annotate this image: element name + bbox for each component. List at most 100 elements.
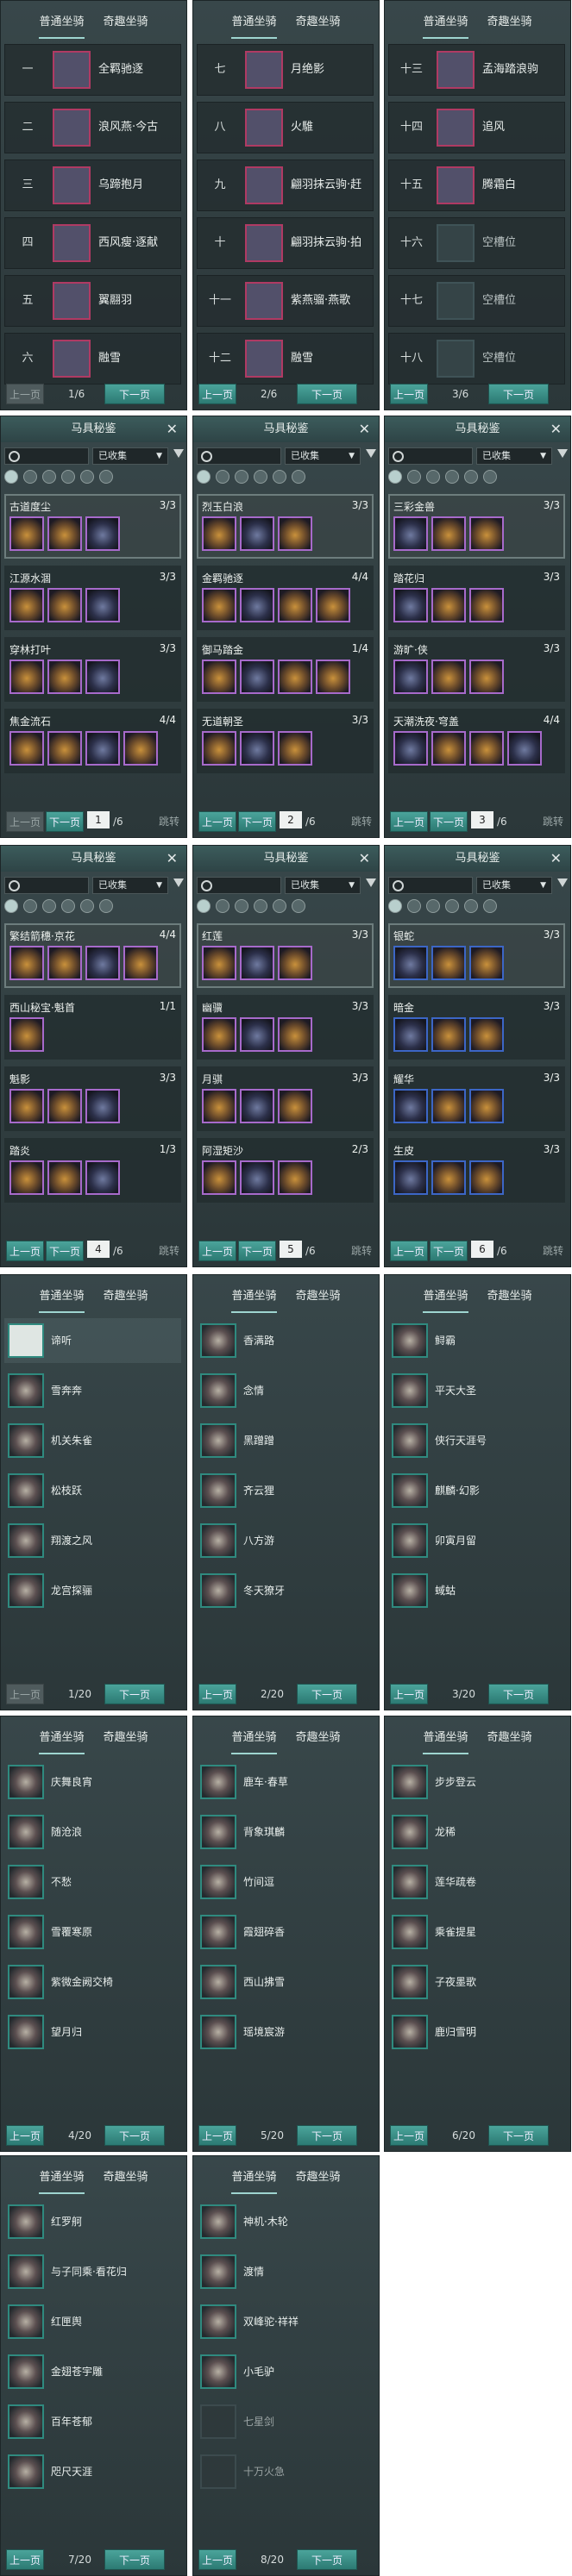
saddle-piece-icon[interactable] — [47, 731, 82, 766]
fun-mount-item[interactable]: 鹿归雪明 — [388, 2010, 565, 2054]
saddle-piece-icon[interactable] — [85, 516, 120, 551]
mount-slot-row[interactable]: 十二 融雪 — [197, 333, 374, 385]
search-input[interactable] — [4, 447, 89, 465]
prev-page-button[interactable]: 上一页 — [6, 811, 44, 832]
saddle-piece-icon[interactable] — [278, 1089, 312, 1123]
category-icon[interactable] — [42, 470, 56, 484]
filter-icon[interactable] — [173, 449, 184, 458]
category-icon[interactable] — [292, 899, 305, 913]
saddle-set[interactable]: 银蛇 3/3 — [388, 923, 565, 988]
saddle-piece-icon[interactable] — [393, 1017, 428, 1052]
saddle-piece-icon[interactable] — [469, 1089, 504, 1123]
fun-mount-item[interactable]: 雪覆寒原 — [4, 1910, 181, 1954]
category-icon[interactable] — [426, 470, 440, 484]
category-icon[interactable] — [407, 470, 421, 484]
next-page-button[interactable]: 下一页 — [488, 384, 549, 404]
saddle-piece-icon[interactable] — [469, 1160, 504, 1195]
search-input[interactable] — [197, 447, 281, 465]
next-page-button[interactable]: 下一页 — [104, 1684, 165, 1704]
fun-mount-item[interactable]: 蜮蛄 — [388, 1568, 565, 1613]
saddle-piece-icon[interactable] — [278, 1160, 312, 1195]
filter-icon[interactable] — [366, 449, 376, 458]
fun-mount-item[interactable]: 步步登云 — [388, 1760, 565, 1804]
close-icon[interactable]: ✕ — [167, 416, 178, 442]
saddle-set[interactable]: 御马踏金 1/4 — [197, 637, 374, 702]
fun-mount-item[interactable]: 谛听 — [4, 1318, 181, 1363]
saddle-piece-icon[interactable] — [202, 731, 236, 766]
tab-normal-mount[interactable]: 普通坐骑 — [231, 12, 277, 39]
filter-icon[interactable] — [173, 878, 184, 887]
prev-page-button[interactable]: 上一页 — [198, 2549, 236, 2570]
jump-button[interactable]: 跳转 — [351, 1241, 372, 1261]
saddle-piece-icon[interactable] — [202, 1017, 236, 1052]
category-icon[interactable] — [426, 899, 440, 913]
collect-filter-select[interactable]: 已收集 ▼ — [476, 447, 552, 465]
saddle-set[interactable]: 繁结箭穗·京花 4/4 — [4, 923, 181, 988]
fun-mount-item[interactable]: 齐云狸 — [197, 1468, 374, 1513]
saddle-piece-icon[interactable] — [9, 731, 44, 766]
mount-slot-row[interactable]: 七 月绝影 — [197, 44, 374, 96]
saddle-set[interactable]: 烈玉白浪 3/3 — [197, 494, 374, 559]
tab-normal-mount[interactable]: 普通坐骑 — [231, 2167, 277, 2194]
saddle-piece-icon[interactable] — [123, 731, 158, 766]
category-icon[interactable] — [407, 899, 421, 913]
saddle-piece-icon[interactable] — [240, 588, 274, 622]
search-input[interactable] — [388, 447, 473, 465]
category-icon[interactable] — [197, 899, 211, 913]
fun-mount-item[interactable]: 背象琪麟 — [197, 1810, 374, 1854]
saddle-set[interactable]: 红莲 3/3 — [197, 923, 374, 988]
next-page-button[interactable]: 下一页 — [297, 384, 357, 404]
fun-mount-item[interactable]: 瑶境宸游 — [197, 2010, 374, 2054]
category-icon[interactable] — [445, 899, 459, 913]
tab-normal-mount[interactable]: 普通坐骑 — [39, 1286, 85, 1313]
saddle-piece-icon[interactable] — [469, 731, 504, 766]
saddle-set[interactable]: 耀华 3/3 — [388, 1066, 565, 1131]
saddle-set[interactable]: 古道度尘 3/3 — [4, 494, 181, 559]
prev-page-button[interactable]: 上一页 — [390, 2125, 428, 2146]
category-icon[interactable] — [23, 899, 37, 913]
prev-page-button[interactable]: 上一页 — [198, 384, 236, 404]
mount-slot-row[interactable]: 九 翩羽抹云驹·赶 — [197, 159, 374, 211]
next-page-button[interactable]: 下一页 — [104, 2125, 165, 2146]
category-icon[interactable] — [99, 899, 113, 913]
next-page-button[interactable]: 下一页 — [488, 2125, 549, 2146]
fun-mount-item[interactable]: 鲟霸 — [388, 1318, 565, 1363]
saddle-set[interactable]: 穿林打叶 3/3 — [4, 637, 181, 702]
category-icon[interactable] — [197, 470, 211, 484]
saddle-piece-icon[interactable] — [469, 660, 504, 694]
saddle-piece-icon[interactable] — [278, 946, 312, 980]
fun-mount-item[interactable]: 紫微金阙交椅 — [4, 1960, 181, 2004]
saddle-piece-icon[interactable] — [431, 946, 466, 980]
saddle-piece-icon[interactable] — [47, 1089, 82, 1123]
category-icon[interactable] — [483, 470, 497, 484]
tab-fun-mount[interactable]: 奇趣坐骑 — [487, 12, 532, 39]
saddle-piece-icon[interactable] — [507, 731, 542, 766]
saddle-piece-icon[interactable] — [9, 1160, 44, 1195]
saddle-set[interactable]: 踏花归 3/3 — [388, 566, 565, 630]
saddle-piece-icon[interactable] — [469, 516, 504, 551]
fun-mount-item[interactable]: 鹿车·春草 — [197, 1760, 374, 1804]
fun-mount-item[interactable]: 八方游 — [197, 1518, 374, 1563]
prev-page-button[interactable]: 上一页 — [198, 2125, 236, 2146]
fun-mount-item[interactable]: 机关朱雀 — [4, 1418, 181, 1463]
fun-mount-item[interactable]: 冬天獠牙 — [197, 1568, 374, 1613]
page-number-input[interactable]: 1 — [87, 811, 110, 828]
close-icon[interactable]: ✕ — [550, 846, 562, 872]
category-icon[interactable] — [273, 470, 286, 484]
filter-icon[interactable] — [366, 878, 376, 887]
category-icon[interactable] — [4, 899, 18, 913]
fun-mount-item[interactable]: 卯寅月留 — [388, 1518, 565, 1563]
saddle-piece-icon[interactable] — [202, 516, 236, 551]
mount-slot-row[interactable]: 五 翼翮羽 — [4, 275, 181, 327]
tab-fun-mount[interactable]: 奇趣坐骑 — [104, 2167, 148, 2194]
saddle-set[interactable]: 游旷·侠 3/3 — [388, 637, 565, 702]
saddle-piece-icon[interactable] — [393, 660, 428, 694]
next-page-button[interactable]: 下一页 — [488, 1684, 549, 1704]
category-icon[interactable] — [61, 899, 75, 913]
saddle-piece-icon[interactable] — [278, 731, 312, 766]
page-number-input[interactable]: 2 — [280, 811, 302, 828]
prev-page-button[interactable]: 上一页 — [390, 384, 428, 404]
collect-filter-select[interactable]: 已收集 ▼ — [285, 877, 361, 894]
saddle-piece-icon[interactable] — [9, 588, 44, 622]
prev-page-button[interactable]: 上一页 — [198, 811, 236, 832]
